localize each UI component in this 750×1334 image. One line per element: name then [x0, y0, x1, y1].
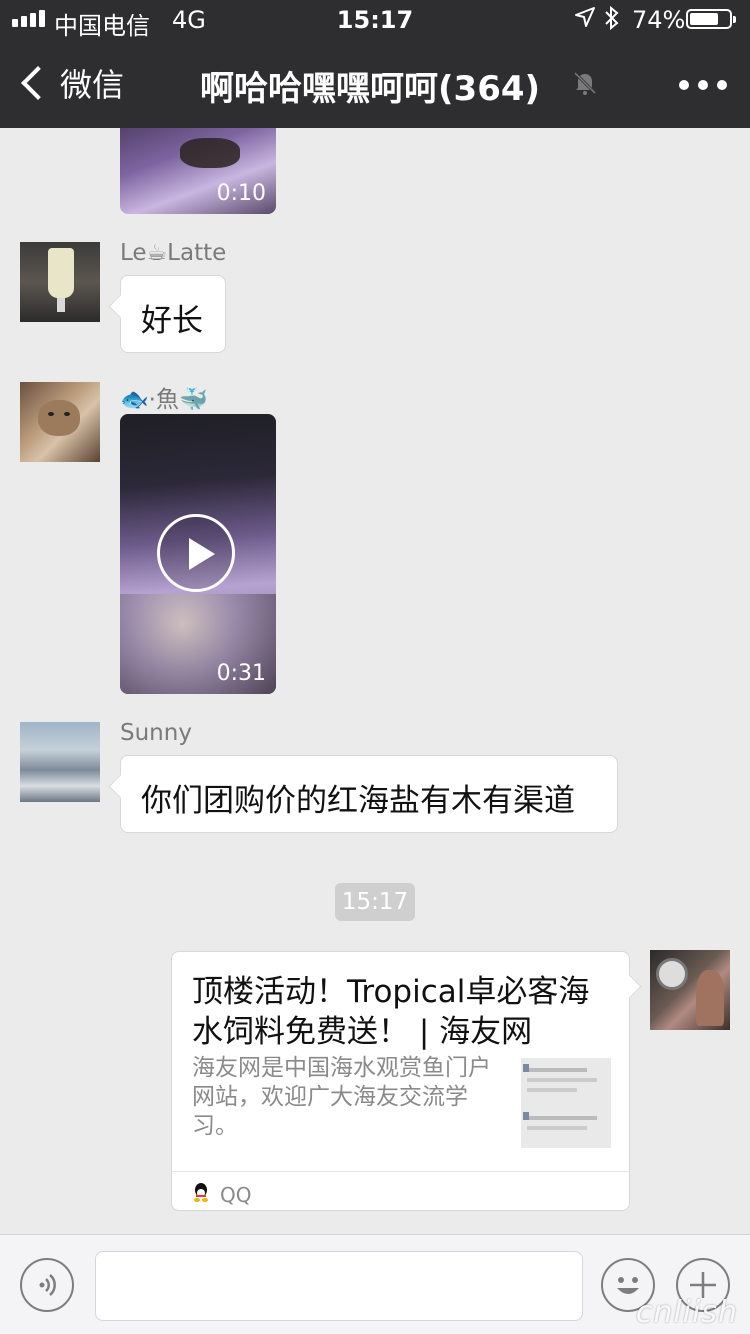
avatar[interactable] [20, 382, 100, 462]
more-button[interactable] [679, 80, 727, 90]
chevron-left-icon [21, 66, 55, 100]
video-duration: 0:10 [216, 181, 266, 206]
link-source-label: QQ [220, 1182, 252, 1207]
link-source: QQ [192, 1181, 251, 1208]
sender-name: Sunny [120, 720, 192, 746]
mute-bell-icon [572, 70, 598, 96]
message-text: 你们团购价的红海盐有木有渠道 [141, 783, 575, 819]
link-description: 海友网是中国海水观赏鱼门户网站，欢迎广大海友交流学习。 [192, 1055, 491, 1139]
status-bar: 中国电信 4G 15:17 74% [0, 0, 750, 40]
back-label: 微信 [60, 66, 125, 104]
message-bubble[interactable]: 好长 [120, 275, 226, 353]
battery-percent: 74% [632, 6, 686, 34]
link-thumbnail [521, 1058, 611, 1148]
link-card[interactable]: 顶楼活动！Tropical卓必客海水饲料免费送！ | 海友网 海友网是中国海水观… [171, 951, 630, 1211]
chat-title: 啊哈哈嘿嘿呵呵(364) [200, 69, 541, 109]
back-button[interactable]: 微信 [18, 60, 124, 106]
watermark: cnliish [635, 1295, 738, 1330]
voice-button[interactable] [20, 1258, 74, 1312]
play-icon[interactable] [157, 514, 235, 592]
video-message[interactable]: 0:31 [120, 414, 276, 694]
sender-name: Le☕Latte [120, 240, 227, 266]
time-divider: 15:17 [335, 883, 415, 921]
message-text: 好长 [141, 303, 203, 339]
video-duration: 0:31 [216, 661, 266, 686]
video-message[interactable]: 0:10 [120, 128, 276, 214]
link-divider [172, 1171, 629, 1172]
message-input[interactable] [95, 1251, 583, 1321]
avatar[interactable] [650, 950, 730, 1030]
battery-fill [690, 13, 718, 25]
qq-icon [192, 1181, 210, 1208]
bluetooth-icon [603, 5, 621, 37]
message-bubble[interactable]: 你们团购价的红海盐有木有渠道 [120, 755, 618, 833]
sender-name: 🐟·魚🐳 [120, 387, 208, 413]
avatar[interactable] [20, 722, 100, 802]
link-title: 顶楼活动！Tropical卓必客海水饲料免费送！ | 海友网 [192, 974, 590, 1050]
location-icon [574, 6, 596, 34]
avatar[interactable] [20, 242, 100, 322]
chat-area[interactable]: 0:10 Le☕Latte 好长 🐟·魚🐳 0:31 Sunny 你们团购价的红… [0, 128, 750, 1234]
battery-icon [686, 9, 736, 29]
input-bar: cnliish [0, 1234, 750, 1334]
nav-bar: 微信 啊哈哈嘿嘿呵呵(364) [0, 40, 750, 128]
top-bar: 中国电信 4G 15:17 74% 微信 啊哈哈嘿嘿呵呵(364) [0, 0, 750, 128]
